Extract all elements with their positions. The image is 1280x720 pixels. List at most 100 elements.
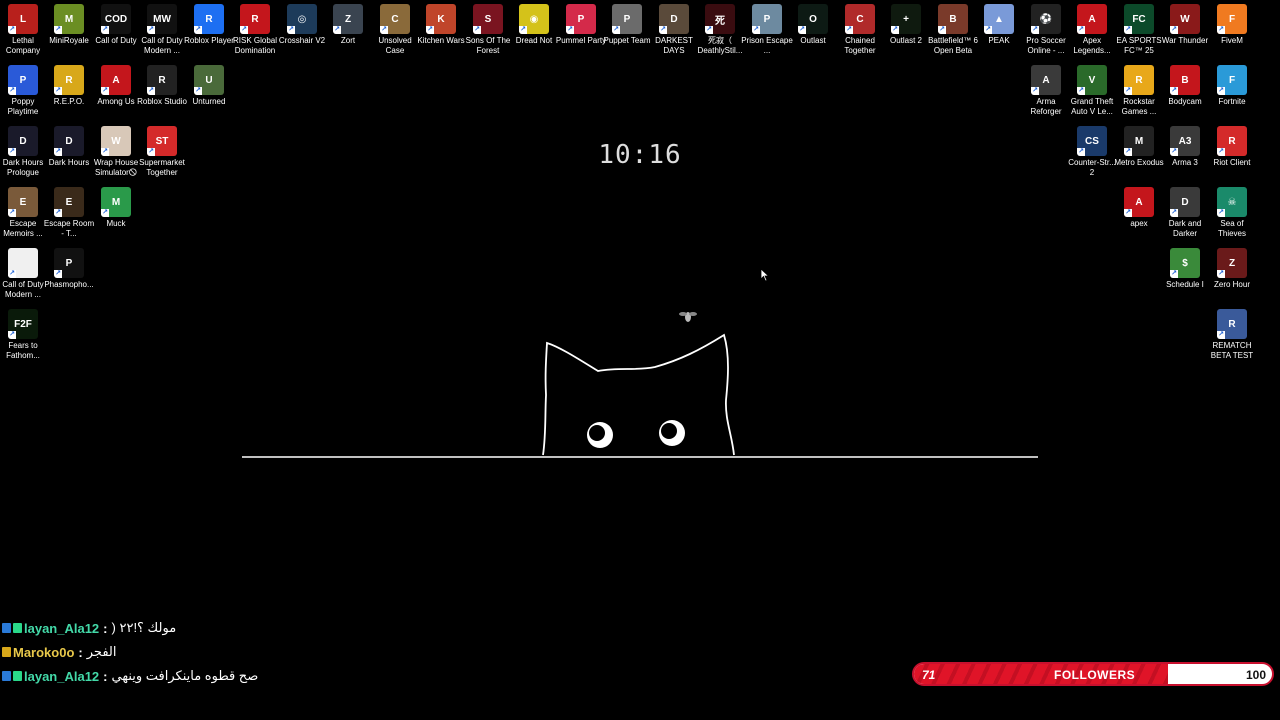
- desktop-shortcut[interactable]: M ↗ MiniRoyale: [46, 4, 92, 46]
- desktop-shortcut[interactable]: M ↗ Metro Exodus: [1114, 126, 1164, 168]
- desktop-shortcut-label: Poppy Playtime: [7, 97, 39, 116]
- desktop-shortcut[interactable]: D ↗ Dark Hours Prologue: [0, 126, 46, 178]
- dark-hours-icon: D ↗: [54, 126, 84, 156]
- desktop-shortcut[interactable]: ◉ ↗ Dread Not: [511, 4, 557, 46]
- desktop-shortcut[interactable]: E ↗ Escape Room - T...: [44, 187, 94, 239]
- cat-outline: [542, 333, 735, 456]
- desktop-shortcut[interactable]: A ↗ Among Us: [93, 65, 139, 107]
- kitchen-wars-icon: K ↗: [426, 4, 456, 34]
- desktop-shortcut[interactable]: A3 ↗ Arma 3: [1162, 126, 1208, 168]
- desktop-shortcut[interactable]: C ↗ Chained Together: [837, 4, 883, 56]
- desktop-shortcut[interactable]: 死 ↗ 死寂（ DeathlyStil...: [697, 4, 743, 56]
- desktop-shortcut[interactable]: P ↗ Poppy Playtime: [0, 65, 46, 117]
- desktop-shortcut[interactable]: R ↗ R.E.P.O.: [46, 65, 92, 107]
- icon-glyph: O: [809, 13, 817, 25]
- dark-and-darker-icon: D ↗: [1170, 187, 1200, 217]
- desktop-shortcut[interactable]: W ↗ War Thunder: [1162, 4, 1208, 46]
- desktop-shortcut[interactable]: COD ↗ Call of Duty: [93, 4, 139, 46]
- desktop-shortcut[interactable]: D ↗ DARKEST DAYS: [651, 4, 697, 56]
- icon-glyph: ⚽: [1039, 13, 1053, 25]
- desktop-shortcut[interactable]: R ↗ Roblox Player: [184, 4, 234, 46]
- desktop-shortcut[interactable]: ↗ Call of Duty Modern ...: [0, 248, 46, 300]
- desktop-shortcut[interactable]: CS ↗ Counter-Str... 2: [1068, 126, 1116, 178]
- desktop-shortcut[interactable]: R ↗ Roblox Studio: [137, 65, 187, 107]
- cat-wallpaper: [242, 312, 1038, 458]
- shortcut-arrow-icon: ↗: [1124, 26, 1132, 34]
- chat-text: مولك ؟!٢٢ (: [111, 620, 177, 635]
- desktop-shortcut-label: Puppet Team: [603, 36, 651, 45]
- chat-message: layan_Ala12: صح قطوه ماينكرافت وينهي: [2, 668, 258, 684]
- desktop-shortcut[interactable]: B ↗ Battlefield™ 6 Open Beta: [928, 4, 978, 56]
- icon-glyph: C: [391, 13, 399, 25]
- desktop-shortcut[interactable]: C ↗ Unsolved Case: [372, 4, 418, 56]
- desktop-shortcut[interactable]: A ↗ Arma Reforger: [1023, 65, 1069, 117]
- bodycam-icon: B ↗: [1170, 65, 1200, 95]
- desktop-shortcut[interactable]: P ↗ Puppet Team: [603, 4, 651, 46]
- icon-glyph: L: [19, 13, 27, 25]
- chat-username: layan_Ala12: [24, 668, 100, 684]
- desktop-shortcut[interactable]: M ↗ Muck: [93, 187, 139, 229]
- desktop-shortcut[interactable]: K ↗ Kitchen Wars: [417, 4, 465, 46]
- desktop-shortcut[interactable]: P ↗ Pummel Party: [556, 4, 606, 46]
- shortcut-arrow-icon: ↗: [54, 209, 62, 217]
- desktop-shortcut[interactable]: ☠ ↗ Sea of Thieves: [1209, 187, 1255, 239]
- desktop-shortcut[interactable]: S ↗ Sons Of The Forest: [465, 4, 511, 56]
- icon-glyph: D: [1181, 196, 1189, 208]
- icon-glyph: A: [112, 74, 120, 86]
- desktop-shortcut[interactable]: R ↗ Riot Client: [1209, 126, 1255, 168]
- chat-username: Maroko0o: [13, 644, 75, 660]
- desktop-shortcut[interactable]: FC ↗ EA SPORTS FC™ 25: [1116, 4, 1162, 56]
- desktop-shortcut[interactable]: + ↗ Outlast 2: [883, 4, 929, 46]
- escape-memoirs-icon: E ↗: [8, 187, 38, 217]
- chat-username: layan_Ala12: [24, 620, 100, 636]
- shortcut-arrow-icon: ↗: [54, 270, 62, 278]
- desktop-shortcut-label: Chained Together: [844, 36, 876, 55]
- desktop-shortcut[interactable]: A ↗ apex: [1116, 187, 1162, 229]
- desktop-shortcut[interactable]: D ↗ Dark Hours: [46, 126, 92, 168]
- shortcut-arrow-icon: ↗: [101, 148, 109, 156]
- desktop-shortcut-label: 死寂（ DeathlyStil...: [697, 36, 743, 55]
- desktop-shortcut[interactable]: R ↗ Rockstar Games ...: [1116, 65, 1162, 117]
- desktop-shortcut[interactable]: ▲ ↗ PEAK: [976, 4, 1022, 46]
- desktop-shortcut-label: EA SPORTS FC™ 25: [1116, 36, 1162, 55]
- shortcut-arrow-icon: ↗: [1124, 87, 1132, 95]
- desktop-shortcut[interactable]: B ↗ Bodycam: [1162, 65, 1208, 107]
- desktop-shortcut[interactable]: A ↗ Apex Legends...: [1069, 4, 1115, 56]
- desktop-shortcut[interactable]: $ ↗ Schedule I: [1162, 248, 1208, 290]
- desktop-shortcut[interactable]: P ↗ Prison Escape ...: [741, 4, 793, 56]
- desktop-shortcut[interactable]: F ↗ Fortnite: [1209, 65, 1255, 107]
- shortcut-arrow-icon: ↗: [659, 26, 667, 34]
- followers-goal: 100: [1245, 668, 1266, 682]
- desktop-shortcut[interactable]: ST ↗ Supermarket Together: [139, 126, 185, 178]
- desktop-shortcut[interactable]: E ↗ Escape Memoirs ...: [0, 187, 46, 239]
- chat-separator: :: [103, 668, 108, 684]
- desktop-shortcut[interactable]: O ↗ Outlast: [790, 4, 836, 46]
- desktop-shortcut-label: Outlast 2: [889, 36, 922, 45]
- shortcut-arrow-icon: ↗: [194, 87, 202, 95]
- desktop-shortcut[interactable]: V ↗ Grand Theft Auto V Le...: [1069, 65, 1115, 117]
- desktop-shortcut[interactable]: W ↗ Wrap House Simulator🛇: [93, 126, 139, 178]
- desktop-shortcut-label: Outlast: [800, 36, 826, 45]
- desktop-shortcut[interactable]: D ↗ Dark and Darker: [1162, 187, 1208, 239]
- shortcut-arrow-icon: ↗: [54, 87, 62, 95]
- desktop-shortcut[interactable]: U ↗ Unturned: [186, 65, 232, 107]
- desktop-shortcut[interactable]: Z ↗ Zero Hour: [1209, 248, 1255, 290]
- desktop-shortcut[interactable]: R ↗ REMATCH BETA TEST: [1209, 309, 1255, 361]
- supermarket-together-icon: ST ↗: [147, 126, 177, 156]
- desktop-shortcut-label: Arma Reforger: [1030, 97, 1062, 116]
- shortcut-arrow-icon: ↗: [1170, 87, 1178, 95]
- desktop-shortcut-label: Sea of Thieves: [1217, 219, 1246, 238]
- desktop-shortcut[interactable]: F ↗ FiveM: [1209, 4, 1255, 46]
- desktop-shortcut[interactable]: ⚽ ↗ Pro Soccer Online - ...: [1023, 4, 1069, 56]
- desktop-shortcut[interactable]: L ↗ Lethal Company: [0, 4, 46, 56]
- zero-hour-icon: Z ↗: [1217, 248, 1247, 278]
- desktop-shortcut[interactable]: ◎ ↗ Crosshair V2: [279, 4, 325, 46]
- desktop-shortcut[interactable]: P ↗ Phasmopho...: [44, 248, 94, 290]
- desktop-shortcut[interactable]: Z ↗ Zort: [325, 4, 371, 46]
- desktop-shortcut[interactable]: R ↗ RISK Global Domination: [232, 4, 278, 56]
- desktop-shortcut[interactable]: MW ↗ Call of Duty Modern ...: [139, 4, 185, 56]
- icon-glyph: CS: [1085, 135, 1099, 147]
- desktop-shortcut[interactable]: F2F ↗ Fears to Fathom...: [0, 309, 46, 361]
- shortcut-arrow-icon: ↗: [1217, 26, 1225, 34]
- fivem-icon: F ↗: [1217, 4, 1247, 34]
